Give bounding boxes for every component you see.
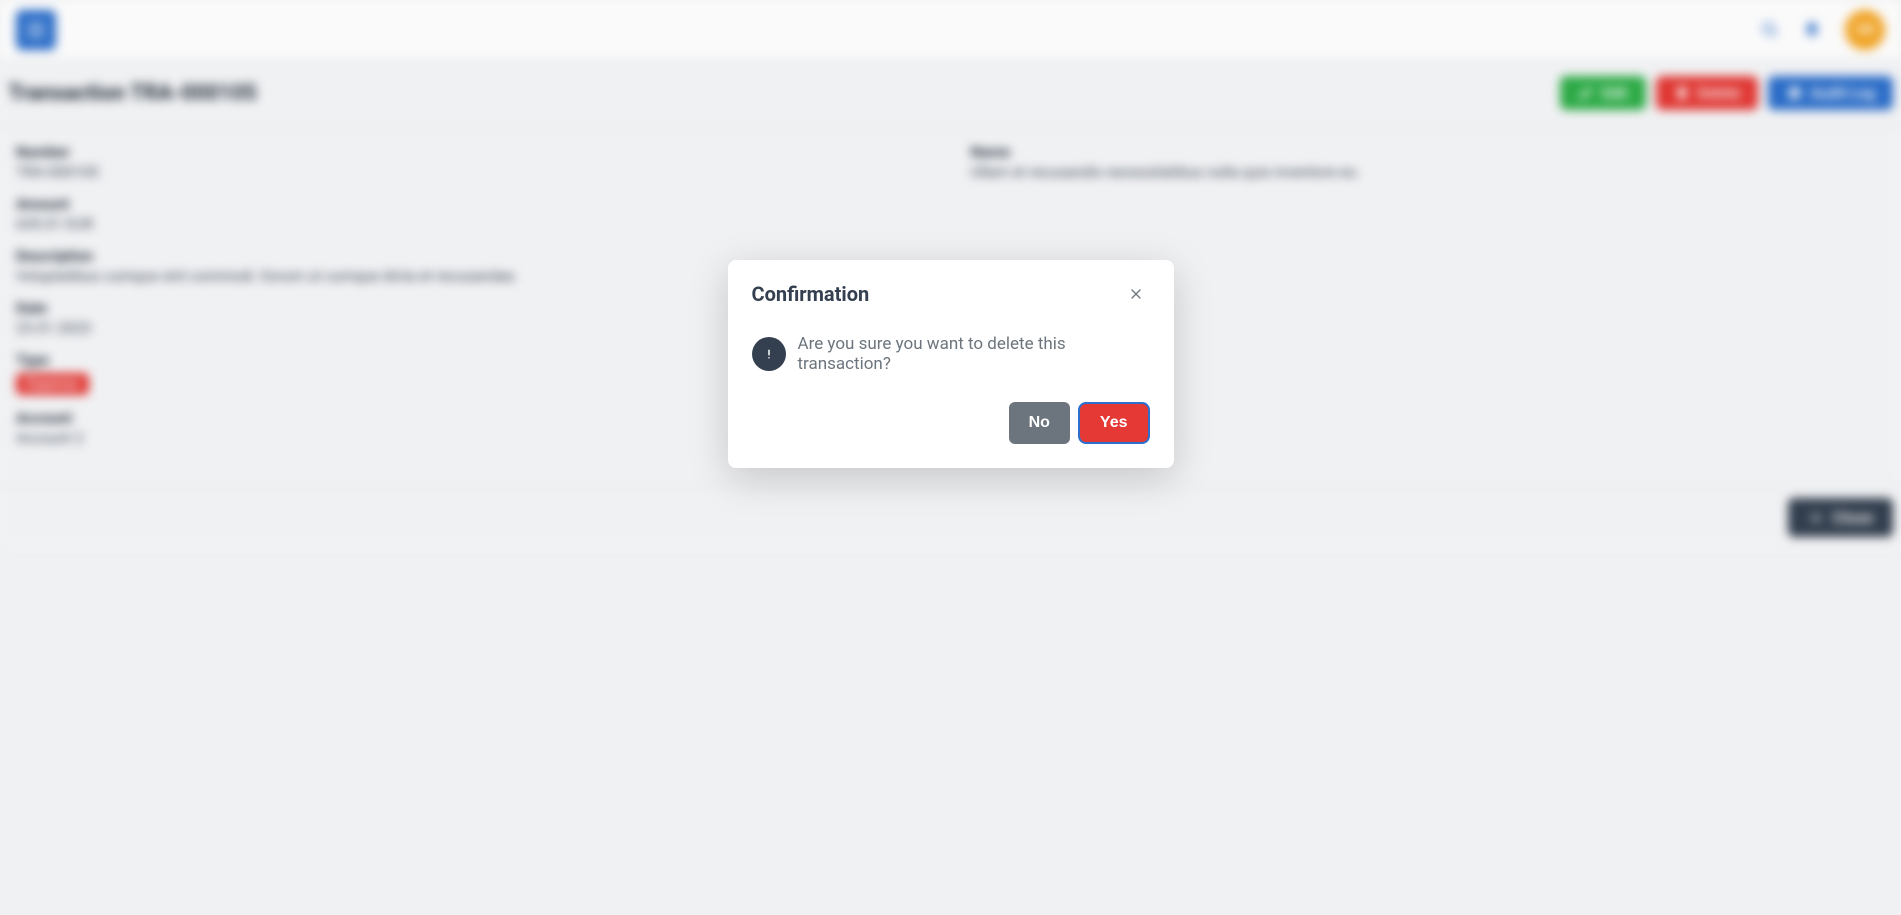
dialog-close-button[interactable] [1122, 280, 1150, 308]
close-icon [1128, 286, 1144, 302]
modal-backdrop[interactable]: Confirmation Are you sure you want to de… [0, 0, 1901, 915]
dialog-title: Confirmation [752, 282, 870, 306]
dialog-yes-button[interactable]: Yes [1078, 402, 1150, 444]
dialog-no-button[interactable]: No [1009, 402, 1070, 444]
dialog-body: Are you sure you want to delete this tra… [728, 314, 1174, 382]
dialog-message: Are you sure you want to delete this tra… [798, 334, 1150, 374]
dialog-footer: No Yes [728, 382, 1174, 468]
exclamation-icon [752, 337, 786, 371]
confirmation-dialog: Confirmation Are you sure you want to de… [728, 260, 1174, 468]
dialog-header: Confirmation [728, 260, 1174, 314]
